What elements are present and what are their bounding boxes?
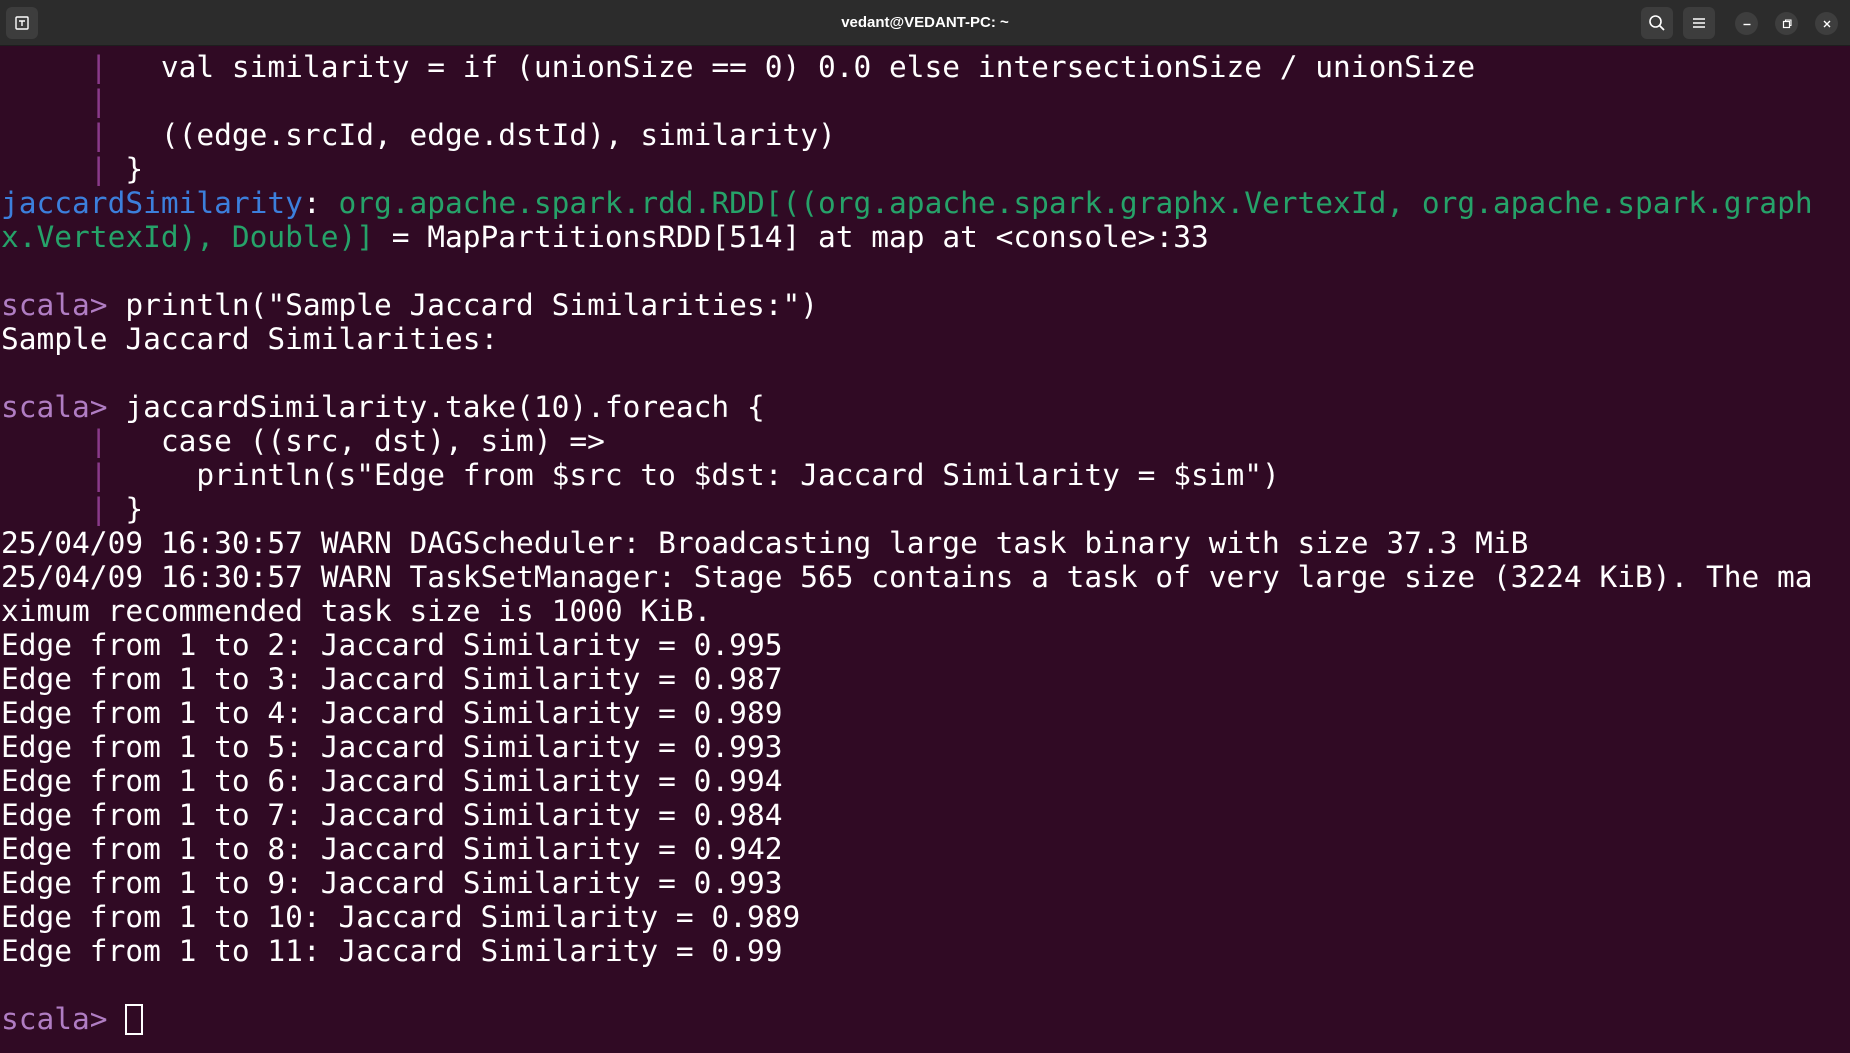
menu-button[interactable] — [1683, 7, 1715, 39]
code-line: | — [1, 84, 1813, 118]
code-line: | case ((src, dst), sim) => — [1, 424, 1813, 458]
command-line: scala> println("Sample Jaccard Similarit… — [1, 288, 1813, 322]
code-line: | val similarity = if (unionSize == 0) 0… — [1, 50, 1813, 84]
scala-prompt: scala> — [1, 1002, 126, 1036]
scala-prompt: scala> — [1, 288, 126, 322]
continuation-marker: | — [1, 458, 126, 492]
window-title: vedant@VEDANT-PC: ~ — [841, 14, 1009, 31]
edge-output-line: Edge from 1 to 4: Jaccard Similarity = 0… — [1, 696, 783, 730]
continuation-marker: | — [1, 118, 126, 152]
edge-output-line: Edge from 1 to 7: Jaccard Similarity = 0… — [1, 798, 783, 832]
code-text: val similarity = if (unionSize == 0) 0.0… — [125, 50, 1476, 84]
result-type-continued: x.VertexId), Double)] — [1, 220, 374, 254]
maximize-button[interactable] — [1775, 12, 1798, 35]
result-separator: : — [302, 186, 339, 220]
maximize-icon — [1782, 18, 1792, 28]
edge-output-line: Edge from 1 to 11: Jaccard Similarity = … — [1, 934, 783, 968]
result-value: = MapPartitionsRDD[514] at map at <conso… — [373, 220, 1209, 254]
warning-line: ximum recommended task size is 1000 KiB. — [1, 594, 712, 628]
edge-output-line: Edge from 1 to 8: Jaccard Similarity = 0… — [1, 832, 783, 866]
code-line: | ((edge.srcId, edge.dstId), similarity) — [1, 118, 1813, 152]
code-text: } — [125, 492, 144, 526]
continuation-marker: | — [1, 152, 126, 186]
search-button[interactable] — [1641, 7, 1673, 39]
terminal-output-area[interactable]: | val similarity = if (unionSize == 0) 0… — [0, 46, 1850, 1053]
minimize-icon — [1743, 23, 1750, 25]
edge-output-line: Edge from 1 to 5: Jaccard Similarity = 0… — [1, 730, 783, 764]
edge-output-line: Edge from 1 to 10: Jaccard Similarity = … — [1, 900, 801, 934]
edge-output-line: Edge from 1 to 9: Jaccard Similarity = 0… — [1, 866, 783, 900]
edge-output-line: Edge from 1 to 3: Jaccard Similarity = 0… — [1, 662, 783, 696]
continuation-marker: | — [1, 50, 126, 84]
minimize-button[interactable] — [1735, 12, 1758, 35]
result-identifier: jaccardSimilarity — [1, 186, 303, 220]
warning-line: 25/04/09 16:30:57 WARN TaskSetManager: S… — [1, 560, 1813, 594]
text-cursor[interactable] — [125, 1004, 144, 1035]
code-line: | } — [1, 492, 1813, 526]
continuation-marker: | — [1, 84, 126, 118]
terminal-window: vedant@VEDANT-PC: ~ | val similarity = i… — [0, 0, 1850, 1053]
output-line: Sample Jaccard Similarities: — [1, 322, 499, 356]
continuation-marker: | — [1, 492, 126, 526]
edge-output-line: Edge from 1 to 6: Jaccard Similarity = 0… — [1, 764, 783, 798]
close-icon — [1823, 20, 1830, 27]
search-icon — [1649, 15, 1665, 31]
close-button[interactable] — [1815, 12, 1838, 35]
scala-prompt: scala> — [1, 390, 126, 424]
hamburger-menu-icon — [1693, 18, 1705, 28]
code-line: | } — [1, 152, 1813, 186]
continuation-marker: | — [1, 424, 126, 458]
edge-output-line: Edge from 1 to 2: Jaccard Similarity = 0… — [1, 628, 783, 662]
result-type: org.apache.spark.rdd.RDD[((org.apache.sp… — [338, 186, 1813, 220]
warning-line: 25/04/09 16:30:57 WARN DAGScheduler: Bro… — [1, 526, 1529, 560]
command-line: scala> jaccardSimilarity.take(10).foreac… — [1, 390, 1813, 424]
command-text: println("Sample Jaccard Similarities:") — [125, 288, 818, 322]
code-text: ((edge.srcId, edge.dstId), similarity) — [125, 118, 836, 152]
command-text: jaccardSimilarity.take(10).foreach { — [125, 390, 765, 424]
title-bar[interactable]: vedant@VEDANT-PC: ~ — [0, 0, 1850, 46]
code-line: | println(s"Edge from $src to $dst: Jacc… — [1, 458, 1813, 492]
code-text: } — [125, 152, 144, 186]
result-line: jaccardSimilarity: org.apache.spark.rdd.… — [1, 186, 1813, 220]
active-prompt-line: scala> — [1, 1002, 1813, 1036]
terminal-buffer: | val similarity = if (unionSize == 0) 0… — [1, 50, 1813, 1036]
code-text: println(s"Edge from $src to $dst: Jaccar… — [125, 458, 1280, 492]
result-line: x.VertexId), Double)] = MapPartitionsRDD… — [1, 220, 1813, 254]
code-text: case ((src, dst), sim) => — [125, 424, 605, 458]
